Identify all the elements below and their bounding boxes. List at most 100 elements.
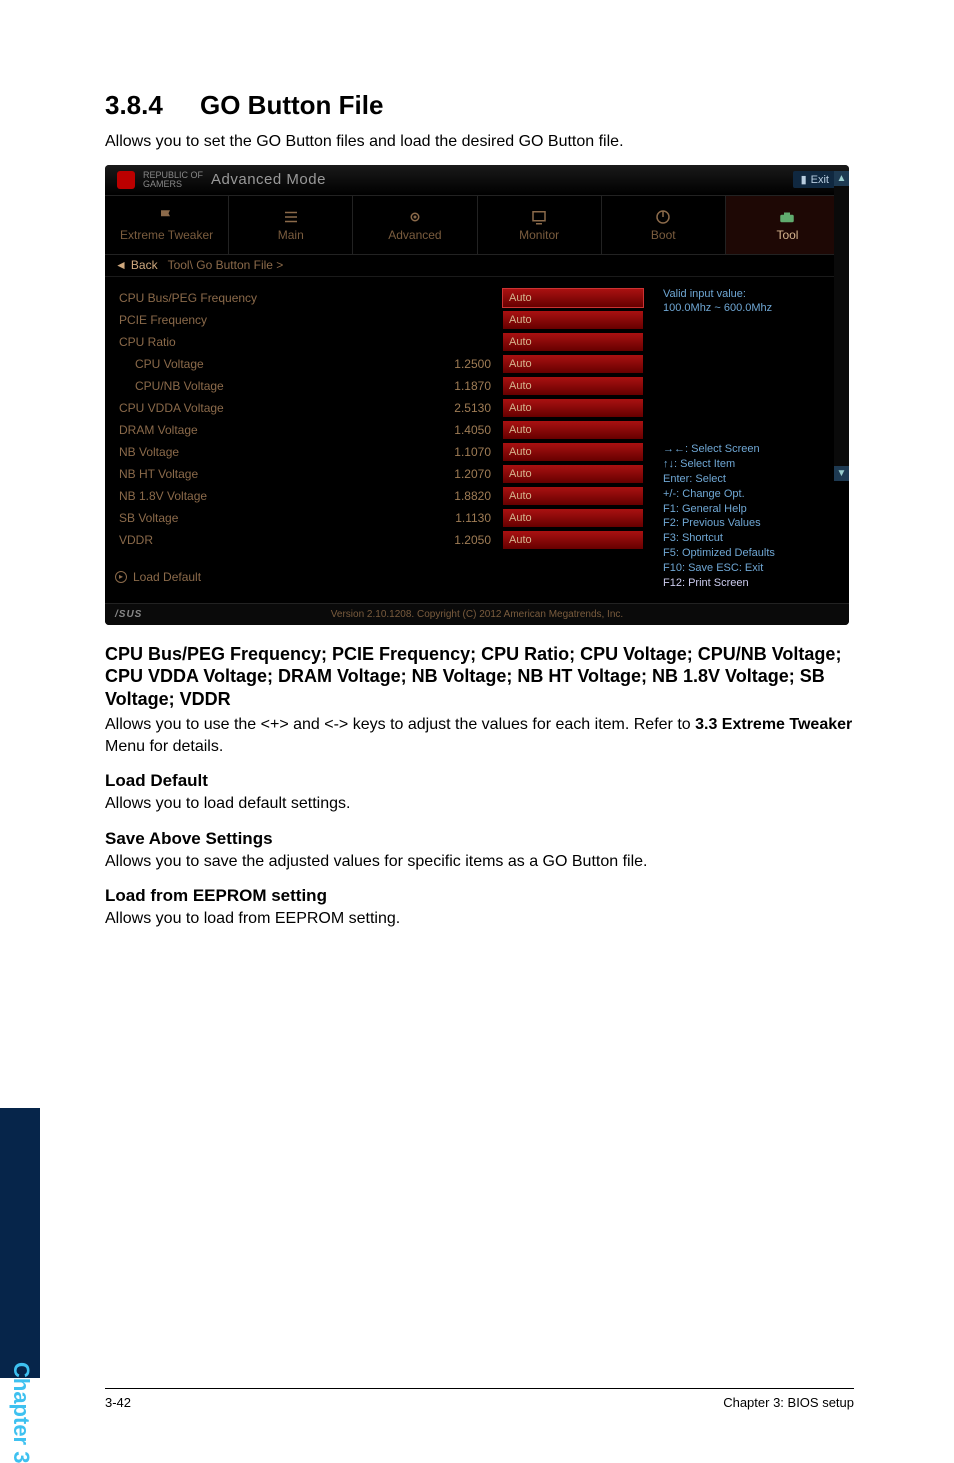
setting-row[interactable]: DRAM Voltage1.4050Auto xyxy=(113,419,643,441)
setting-row[interactable]: CPU RatioAuto xyxy=(113,331,643,353)
setting-field[interactable]: Auto xyxy=(503,311,643,329)
topic-body: Allows you to load default settings. xyxy=(105,793,854,815)
bios-version-text: Version 2.10.1208. Copyright (C) 2012 Am… xyxy=(331,609,623,620)
setting-row[interactable]: NB 1.8V Voltage1.8820Auto xyxy=(113,485,643,507)
intro-text: Allows you to set the GO Button files an… xyxy=(105,131,854,153)
menu-boot[interactable]: Boot xyxy=(602,196,725,254)
setting-row[interactable]: NB HT Voltage1.2070Auto xyxy=(113,463,643,485)
setting-value: 1.2070 xyxy=(423,467,503,481)
params-body: Allows you to use the <+> and <-> keys t… xyxy=(105,714,854,757)
exit-icon: ▮ xyxy=(801,173,807,186)
bios-menubar: Extreme Tweaker Main Advanced Monitor Bo… xyxy=(105,195,849,255)
setting-label: NB 1.8V Voltage xyxy=(113,489,423,503)
setting-value: 1.2500 xyxy=(423,357,503,371)
topic-body: Allows you to load from EEPROM setting. xyxy=(105,908,854,930)
help-key-line: ↑↓: Select Item xyxy=(663,457,837,472)
topic-body: Allows you to save the adjusted values f… xyxy=(105,851,854,873)
setting-row[interactable]: CPU/NB Voltage1.1870Auto xyxy=(113,375,643,397)
menu-advanced[interactable]: Advanced xyxy=(353,196,476,254)
breadcrumb-path: Tool\ Go Button File > xyxy=(168,258,284,272)
asus-logo: /SUS xyxy=(115,609,142,620)
chapter-tab-label: Chapter 3 xyxy=(8,1362,34,1463)
topic-heading: Save Above Settings xyxy=(105,829,854,849)
help-valid-range: 100.0Mhz ~ 600.0Mhz xyxy=(663,301,837,316)
setting-field[interactable]: Auto xyxy=(503,509,643,527)
section-heading: 3.8.4GO Button File xyxy=(105,90,854,121)
bios-footer: /SUS Version 2.10.1208. Copyright (C) 20… xyxy=(105,603,849,625)
help-key-line: F10: Save ESC: Exit xyxy=(663,561,837,576)
setting-value: 1.1070 xyxy=(423,445,503,459)
help-key-line: F12: Print Screen xyxy=(663,576,837,591)
settings-pane: CPU Bus/PEG Frequency Auto PCIE Frequency A… xyxy=(105,277,651,601)
mode-label: Advanced Mode xyxy=(211,171,326,188)
help-key-line: Enter: Select xyxy=(663,472,837,487)
list-icon xyxy=(280,208,302,226)
tool-icon xyxy=(776,208,798,226)
params-heading: CPU Bus/PEG Frequency; PCIE Frequency; C… xyxy=(105,643,854,711)
setting-label: CPU/NB Voltage xyxy=(113,379,423,393)
setting-label: VDDR xyxy=(113,533,423,547)
brand-text: REPUBLIC OFGAMERS xyxy=(143,171,203,189)
setting-value: 1.1130 xyxy=(423,511,503,525)
setting-row[interactable]: CPU VDDA Voltage2.5130Auto xyxy=(113,397,643,419)
flag-icon xyxy=(156,208,178,226)
power-icon xyxy=(652,208,674,226)
breadcrumb-bar: ◄ Back Tool\ Go Button File > xyxy=(105,255,849,277)
menu-extreme-tweaker[interactable]: Extreme Tweaker xyxy=(105,196,228,254)
help-key-line: F1: General Help xyxy=(663,502,837,517)
setting-label: CPU Voltage xyxy=(113,357,423,371)
setting-label: DRAM Voltage xyxy=(113,423,423,437)
setting-field[interactable]: Auto xyxy=(503,487,643,505)
setting-row[interactable]: VDDR1.2050Auto xyxy=(113,529,643,551)
setting-label: CPU Bus/PEG Frequency xyxy=(113,291,423,305)
help-valid-label: Valid input value: xyxy=(663,287,837,302)
exit-button[interactable]: ▮ Exit xyxy=(793,171,837,188)
setting-field[interactable]: Auto xyxy=(503,399,643,417)
setting-label: NB Voltage xyxy=(113,445,423,459)
back-arrow-icon: ◄ xyxy=(115,258,127,272)
setting-row[interactable]: SB Voltage1.1130Auto xyxy=(113,507,643,529)
help-key-line: F5: Optimized Defaults xyxy=(663,546,837,561)
page-number: 3-42 xyxy=(105,1395,131,1410)
setting-value: 1.1870 xyxy=(423,379,503,393)
back-button[interactable]: ◄ Back xyxy=(115,258,158,272)
page-footer: 3-42 Chapter 3: BIOS setup xyxy=(105,1388,854,1410)
load-default-item[interactable]: ▸ Load Default xyxy=(113,567,643,587)
help-key-line: →←: Select Screen xyxy=(663,442,837,457)
rog-logo-icon xyxy=(117,171,135,189)
scroll-up-icon[interactable]: ▲ xyxy=(834,171,849,186)
setting-label: PCIE Frequency xyxy=(113,313,423,327)
setting-field[interactable]: Auto xyxy=(503,333,643,351)
setting-field[interactable]: Auto xyxy=(503,289,643,307)
section-title: GO Button File xyxy=(200,90,383,120)
setting-field[interactable]: Auto xyxy=(503,531,643,549)
setting-field[interactable]: Auto xyxy=(503,421,643,439)
menu-monitor[interactable]: Monitor xyxy=(478,196,601,254)
topic-heading: Load from EEPROM setting xyxy=(105,886,854,906)
setting-row[interactable]: CPU Voltage1.2500Auto xyxy=(113,353,643,375)
help-key-line: +/-: Change Opt. xyxy=(663,487,837,502)
bios-screenshot: REPUBLIC OFGAMERS Advanced Mode ▮ Exit E… xyxy=(105,165,849,625)
menu-tool[interactable]: Tool xyxy=(726,196,849,254)
gear-icon xyxy=(404,208,426,226)
disclosure-icon: ▸ xyxy=(115,571,127,583)
setting-row[interactable]: CPU Bus/PEG Frequency Auto xyxy=(113,287,643,309)
monitor-icon xyxy=(528,208,550,226)
setting-field[interactable]: Auto xyxy=(503,443,643,461)
bios-titlebar: REPUBLIC OFGAMERS Advanced Mode ▮ Exit xyxy=(105,165,849,195)
setting-label: SB Voltage xyxy=(113,511,423,525)
setting-field[interactable]: Auto xyxy=(503,377,643,395)
setting-field[interactable]: Auto xyxy=(503,355,643,373)
footer-chapter-label: Chapter 3: BIOS setup xyxy=(723,1395,854,1410)
help-key-line: F2: Previous Values xyxy=(663,516,837,531)
setting-label: NB HT Voltage xyxy=(113,467,423,481)
setting-row[interactable]: NB Voltage1.1070Auto xyxy=(113,441,643,463)
setting-value: 1.2050 xyxy=(423,533,503,547)
setting-value: 1.8820 xyxy=(423,489,503,503)
setting-row[interactable]: PCIE Frequency Auto xyxy=(113,309,643,331)
menu-main[interactable]: Main xyxy=(229,196,352,254)
setting-field[interactable]: Auto xyxy=(503,465,643,483)
setting-label: CPU VDDA Voltage xyxy=(113,401,423,415)
help-key-line: F3: Shortcut xyxy=(663,531,837,546)
topic-heading: Load Default xyxy=(105,771,854,791)
